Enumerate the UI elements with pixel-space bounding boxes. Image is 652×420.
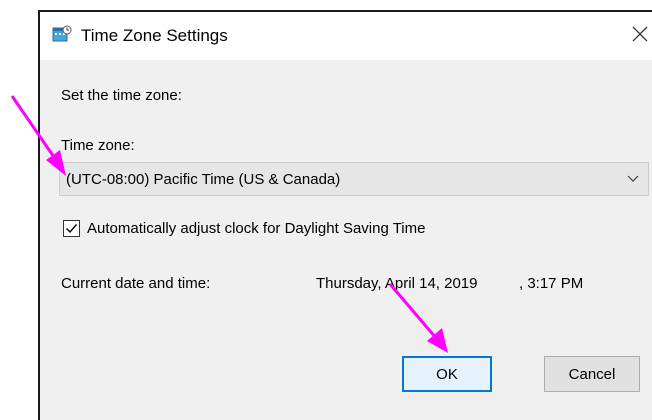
current-datetime-label: Current date and time: xyxy=(61,275,211,292)
instruction-text: Set the time zone: xyxy=(61,87,182,104)
cancel-button-label: Cancel xyxy=(568,365,616,383)
ok-button[interactable]: OK xyxy=(402,356,492,392)
timezone-label: Time zone: xyxy=(61,137,135,154)
time-zone-settings-dialog: Time Zone Settings Set the time zone: Ti… xyxy=(38,10,652,420)
checkmark-icon xyxy=(66,224,78,234)
ok-button-label: OK xyxy=(436,365,458,383)
window-title: Time Zone Settings xyxy=(81,26,228,45)
chevron-down-icon xyxy=(627,175,639,182)
dialog-content: Set the time zone: Time zone: (UTC-08:00… xyxy=(40,60,652,420)
current-time-value: , 3:17 PM xyxy=(519,275,584,292)
current-date-value: Thursday, April 14, 2019 xyxy=(316,275,478,292)
dst-checkbox[interactable] xyxy=(63,220,80,237)
timezone-dropdown[interactable]: (UTC-08:00) Pacific Time (US & Canada) xyxy=(59,162,649,196)
cancel-button[interactable]: Cancel xyxy=(544,356,640,392)
calendar-clock-icon xyxy=(52,25,72,42)
dst-checkbox-label[interactable]: Automatically adjust clock for Daylight … xyxy=(87,220,425,237)
timezone-selected-value: (UTC-08:00) Pacific Time (US & Canada) xyxy=(66,171,341,188)
title-bar: Time Zone Settings xyxy=(40,12,652,60)
close-icon[interactable] xyxy=(630,24,650,44)
